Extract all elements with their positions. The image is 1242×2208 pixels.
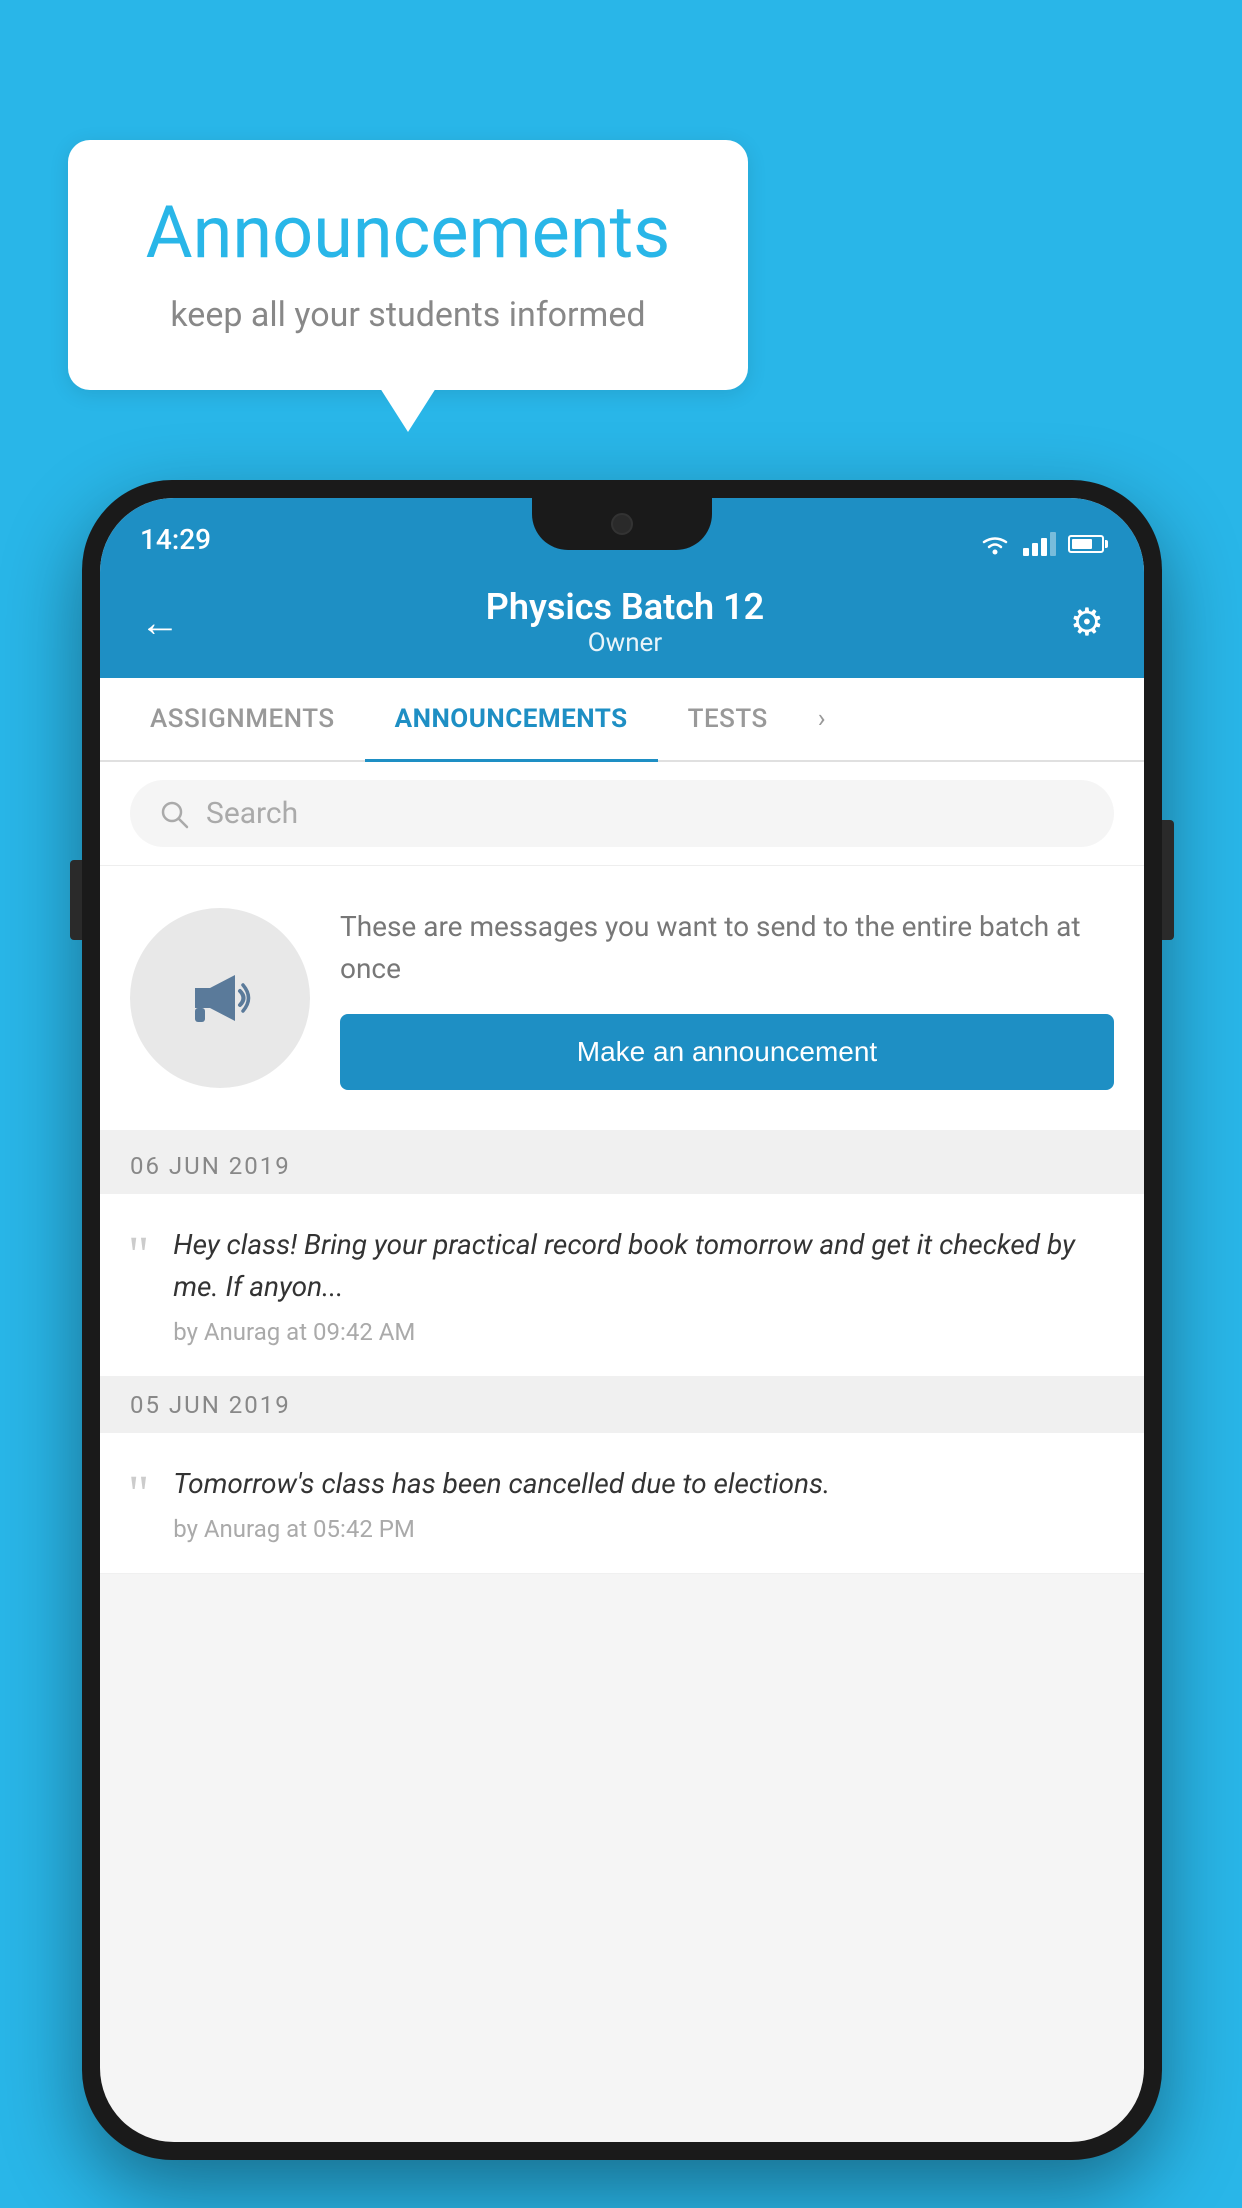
notch-camera — [611, 513, 633, 535]
bubble-title: Announcements — [128, 190, 688, 275]
battery-fill — [1072, 539, 1092, 549]
phone-outer: 14:29 — [82, 480, 1162, 2160]
battery-icon — [1068, 535, 1104, 553]
intro-right: These are messages you want to send to t… — [340, 906, 1114, 1090]
quote-icon-2: " — [128, 1463, 149, 1543]
tab-bar: ASSIGNMENTS ANNOUNCEMENTS TESTS › — [100, 678, 1144, 762]
search-bar[interactable]: Search — [130, 780, 1114, 847]
bubble-subtitle: keep all your students informed — [128, 295, 688, 335]
date-divider-1: 06 JUN 2019 — [100, 1138, 1144, 1194]
search-placeholder: Search — [206, 796, 298, 831]
speech-bubble: Announcements keep all your students inf… — [68, 140, 748, 390]
announcement-meta-2: by Anurag at 05:42 PM — [173, 1515, 1114, 1543]
phone-mockup: 14:29 — [82, 480, 1162, 2160]
megaphone-icon — [175, 953, 265, 1043]
make-announcement-button[interactable]: Make an announcement — [340, 1014, 1114, 1090]
intro-description: These are messages you want to send to t… — [340, 906, 1114, 990]
tab-assignments[interactable]: ASSIGNMENTS — [120, 678, 365, 760]
announcement-content-2: Tomorrow's class has been cancelled due … — [173, 1463, 1114, 1543]
announcement-content-1: Hey class! Bring your practical record b… — [173, 1224, 1114, 1346]
tab-announcements[interactable]: ANNOUNCEMENTS — [365, 678, 658, 760]
announcement-item-2[interactable]: " Tomorrow's class has been cancelled du… — [100, 1433, 1144, 1574]
announcement-item-1[interactable]: " Hey class! Bring your practical record… — [100, 1194, 1144, 1377]
signal-icon — [1023, 532, 1056, 556]
back-button[interactable]: ← — [140, 599, 180, 646]
quote-icon-1: " — [128, 1224, 149, 1346]
announcement-intro: These are messages you want to send to t… — [100, 866, 1144, 1138]
app-header: ← Physics Batch 12 Owner ⚙ — [100, 566, 1144, 678]
search-container: Search — [100, 762, 1144, 866]
settings-icon[interactable]: ⚙ — [1070, 600, 1104, 645]
tab-more[interactable]: › — [798, 678, 846, 760]
status-icons — [979, 532, 1104, 556]
header-subtitle: Owner — [180, 628, 1070, 658]
search-icon — [158, 798, 190, 830]
announcement-meta-1: by Anurag at 09:42 AM — [173, 1318, 1114, 1346]
speech-bubble-container: Announcements keep all your students inf… — [68, 140, 748, 390]
megaphone-circle — [130, 908, 310, 1088]
phone-notch — [532, 498, 712, 550]
wifi-icon — [979, 532, 1011, 556]
announcement-text-1: Hey class! Bring your practical record b… — [173, 1224, 1114, 1308]
status-time: 14:29 — [140, 523, 211, 556]
header-title: Physics Batch 12 — [180, 586, 1070, 628]
date-divider-2: 05 JUN 2019 — [100, 1377, 1144, 1433]
announcement-text-2: Tomorrow's class has been cancelled due … — [173, 1463, 1114, 1505]
tab-tests[interactable]: TESTS — [658, 678, 798, 760]
header-center: Physics Batch 12 Owner — [180, 586, 1070, 658]
phone-inner: 14:29 — [100, 498, 1144, 2142]
